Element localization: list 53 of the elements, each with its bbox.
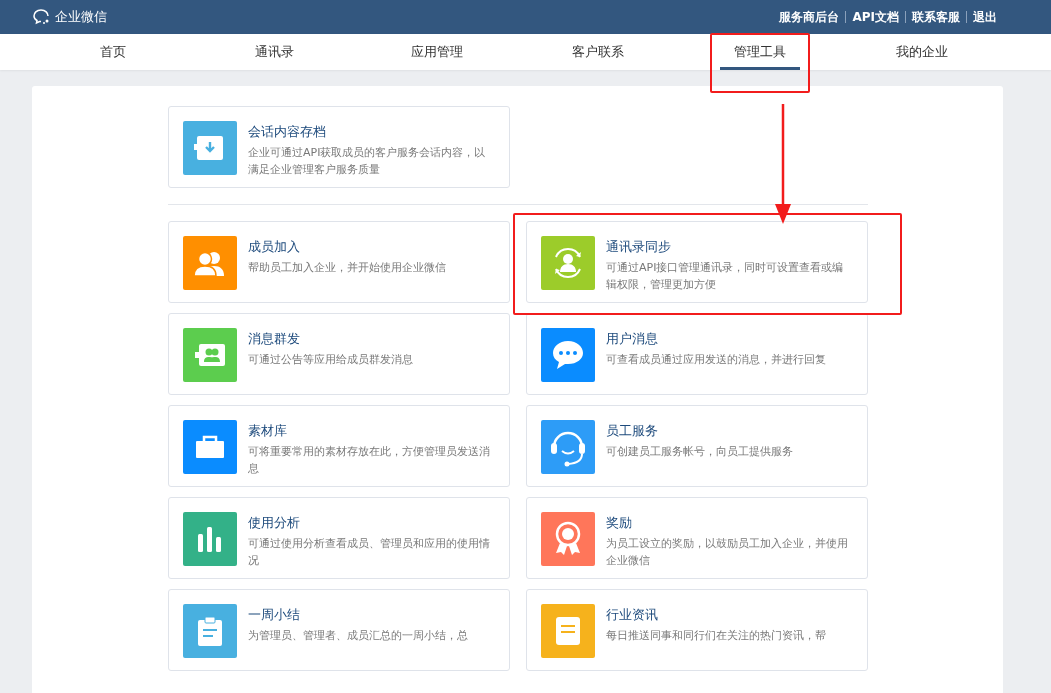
nav-tab[interactable]: 我的企业 xyxy=(882,34,963,70)
tool-description: 每日推送同事和同行们在关注的热门资讯，帮 xyxy=(606,628,826,644)
tool-card[interactable]: 使用分析 可通过使用分析查看成员、管理员和应用的使用情况 xyxy=(168,497,510,579)
nav-tab[interactable]: 首页 xyxy=(85,34,140,70)
tool-title: 成员加入 xyxy=(248,238,301,256)
nav-tab[interactable]: 客户联系 xyxy=(558,34,639,70)
tool-card[interactable]: 成员加入 帮助员工加入企业，并开始使用企业微信 xyxy=(168,221,510,303)
tool-title: 一周小结 xyxy=(248,606,301,624)
header-link[interactable]: API文档 xyxy=(846,8,905,26)
tool-description: 可通过公告等应用给成员群发消息 xyxy=(248,352,413,368)
tool-description: 帮助员工加入企业，并开始使用企业微信 xyxy=(248,260,446,276)
tool-title: 行业资讯 xyxy=(606,606,659,624)
tool-card[interactable]: 奖励 为员工设立的奖励，以鼓励员工加入企业，并使用企业微信 xyxy=(526,497,868,579)
tool-card[interactable]: 员工服务 可创建员工服务帐号，向员工提供服务 xyxy=(526,405,868,487)
tool-description: 可查看成员通过应用发送的消息，并进行回复 xyxy=(606,352,826,368)
tool-title: 员工服务 xyxy=(606,422,659,440)
tool-description: 可通过API接口管理通讯录，同时可设置查看或编辑权限，管理更加方便 xyxy=(606,260,845,293)
tool-description: 企业可通过API获取成员的客户服务会话内容，以满足企业管理客户服务质量 xyxy=(248,145,487,178)
header-link[interactable]: 联系客服 xyxy=(906,8,966,26)
contact-card-icon xyxy=(194,343,226,367)
clipboard-icon xyxy=(197,616,223,646)
chat-logo-icon xyxy=(32,8,52,26)
chat-bubble-icon xyxy=(551,339,585,371)
download-icon xyxy=(194,135,226,161)
tool-title: 使用分析 xyxy=(248,514,301,532)
header-link[interactable]: 服务商后台 xyxy=(773,8,846,26)
header-link[interactable]: 退出 xyxy=(967,8,1003,26)
nav-tab[interactable]: 管理工具 xyxy=(720,34,801,70)
tool-card[interactable]: 行业资讯 每日推送同事和同行们在关注的热门资讯，帮 xyxy=(526,589,868,671)
tool-title: 会话内容存档 xyxy=(248,123,327,141)
tool-description: 为员工设立的奖励，以鼓励员工加入企业，并使用企业微信 xyxy=(606,536,849,569)
briefcase-icon xyxy=(195,435,225,459)
bar-chart-icon xyxy=(197,526,223,552)
tool-title: 通讯录同步 xyxy=(606,238,672,256)
tool-title: 奖励 xyxy=(606,514,633,532)
nav-tab[interactable]: 应用管理 xyxy=(396,34,477,70)
tool-card[interactable]: 用户消息 可查看成员通过应用发送的消息，并进行回复 xyxy=(526,313,868,395)
tool-card[interactable]: 一周小结 为管理员、管理者、成员汇总的一周小结，总 xyxy=(168,589,510,671)
brand-name: 企业微信 xyxy=(55,8,107,26)
tool-card[interactable]: 素材库 可将重要常用的素材存放在此，方便管理员发送消息 xyxy=(168,405,510,487)
tool-description: 可创建员工服务帐号，向员工提供服务 xyxy=(606,444,793,460)
tool-description: 可通过使用分析查看成员、管理员和应用的使用情况 xyxy=(248,536,491,569)
tool-card[interactable]: 会话内容存档 企业可通过API获取成员的客户服务会话内容，以满足企业管理客户服务质量 xyxy=(168,106,510,188)
tool-card[interactable]: 通讯录同步 可通过API接口管理通讯录，同时可设置查看或编辑权限，管理更加方便 xyxy=(526,221,868,303)
tool-description: 可将重要常用的素材存放在此，方便管理员发送消息 xyxy=(248,444,491,477)
document-icon xyxy=(555,616,581,646)
tool-title: 消息群发 xyxy=(248,330,301,348)
tool-title: 素材库 xyxy=(248,422,288,440)
tool-title: 用户消息 xyxy=(606,330,659,348)
people-icon xyxy=(193,250,227,276)
nav-tab[interactable]: 通讯录 xyxy=(241,34,309,70)
tool-card[interactable]: 消息群发 可通过公告等应用给成员群发消息 xyxy=(168,313,510,395)
tool-description: 为管理员、管理者、成员汇总的一周小结，总 xyxy=(248,628,468,644)
